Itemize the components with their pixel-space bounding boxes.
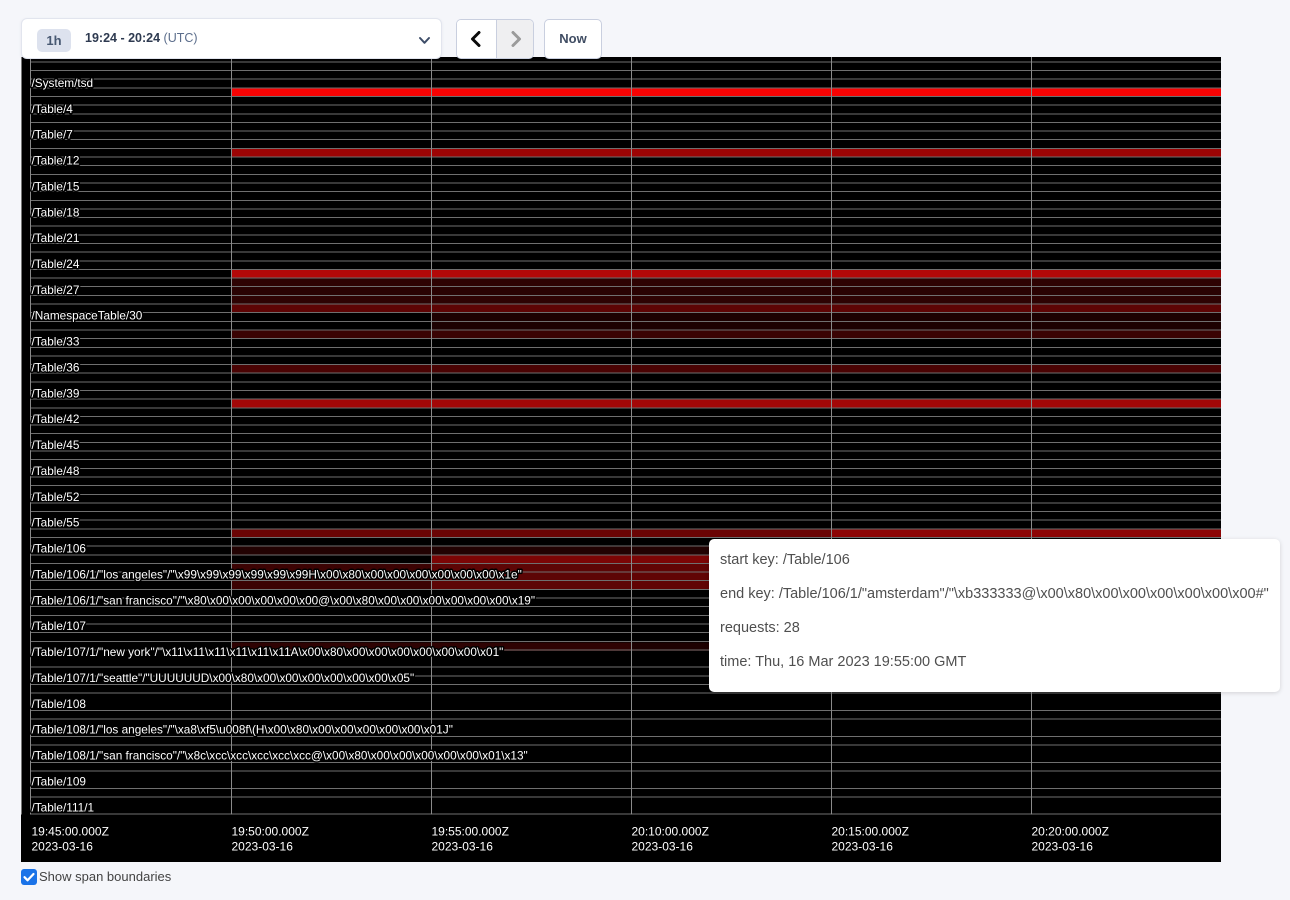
svg-text:20:10:00.000Z: 20:10:00.000Z: [632, 825, 709, 839]
svg-text:/Table/106: /Table/106: [32, 542, 87, 556]
svg-text:/Table/18: /Table/18: [32, 205, 80, 219]
svg-text:19:45:00.000Z: 19:45:00.000Z: [32, 825, 109, 839]
svg-text:2023-03-16: 2023-03-16: [232, 840, 294, 854]
svg-text:2023-03-16: 2023-03-16: [832, 840, 894, 854]
svg-text:/Table/33: /Table/33: [32, 335, 80, 349]
svg-text:/Table/109: /Table/109: [32, 774, 86, 788]
svg-text:/Table/107/1/"seattle"/"UUUUUU: /Table/107/1/"seattle"/"UUUUUUD\x00\x80\…: [32, 671, 415, 685]
svg-text:2023-03-16: 2023-03-16: [432, 840, 494, 854]
svg-text:/System/tsd: /System/tsd: [32, 76, 94, 90]
svg-text:2023-03-16: 2023-03-16: [1032, 840, 1094, 854]
svg-text:/Table/42: /Table/42: [32, 412, 80, 426]
svg-text:/Table/36: /Table/36: [32, 360, 80, 374]
svg-text:/Table/108: /Table/108: [32, 697, 87, 711]
svg-text:/Table/108/1/"los angeles"/"\x: /Table/108/1/"los angeles"/"\xa8\xf5\u00…: [32, 723, 453, 737]
svg-text:/Table/107: /Table/107: [32, 619, 86, 633]
svg-text:/Table/106/1/"san francisco"/": /Table/106/1/"san francisco"/"\x80\x00\x…: [32, 593, 536, 607]
svg-text:/Table/39: /Table/39: [32, 386, 80, 400]
svg-text:/Table/45: /Table/45: [32, 438, 80, 452]
svg-text:20:15:00.000Z: 20:15:00.000Z: [832, 825, 909, 839]
svg-text:/Table/108/1/"san francisco"/": /Table/108/1/"san francisco"/"\x8c\xcc\x…: [32, 749, 528, 763]
svg-text:/Table/106/1/"los angeles"/"\x: /Table/106/1/"los angeles"/"\x99\x99\x99…: [32, 567, 522, 581]
svg-text:/Table/52: /Table/52: [32, 490, 80, 504]
svg-text:/Table/55: /Table/55: [32, 516, 80, 530]
svg-text:/Table/111/1: /Table/111/1: [32, 800, 95, 814]
svg-text:/Table/4: /Table/4: [32, 102, 74, 116]
svg-text:/Table/107/1/"new york"/"\x11\: /Table/107/1/"new york"/"\x11\x11\x11\x1…: [32, 645, 504, 659]
svg-text:2023-03-16: 2023-03-16: [32, 840, 94, 854]
svg-text:/Table/12: /Table/12: [32, 154, 80, 168]
svg-text:/NamespaceTable/30: /NamespaceTable/30: [32, 309, 143, 323]
svg-text:/Table/48: /Table/48: [32, 464, 80, 478]
svg-text:19:50:00.000Z: 19:50:00.000Z: [232, 825, 309, 839]
svg-text:/Table/15: /Table/15: [32, 179, 80, 193]
svg-text:/Table/27: /Table/27: [32, 283, 80, 297]
svg-text:19:55:00.000Z: 19:55:00.000Z: [432, 825, 509, 839]
svg-text:/Table/24: /Table/24: [32, 257, 80, 271]
svg-text:/Table/7: /Table/7: [32, 128, 73, 142]
svg-text:20:20:00.000Z: 20:20:00.000Z: [1032, 825, 1109, 839]
svg-text:/Table/21: /Table/21: [32, 231, 80, 245]
svg-text:2023-03-16: 2023-03-16: [632, 840, 694, 854]
